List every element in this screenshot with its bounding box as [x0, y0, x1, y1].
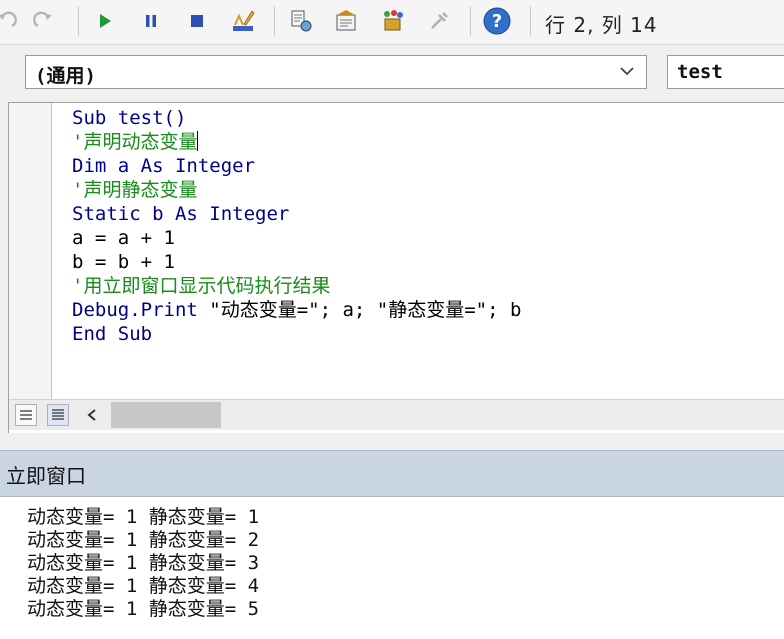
redo-icon[interactable]	[28, 6, 58, 36]
scroll-left-icon[interactable]	[81, 403, 103, 427]
code-text: Dim a As Integer	[72, 155, 256, 177]
chevron-down-icon[interactable]	[616, 60, 638, 87]
code-keyword: Debug.Print	[72, 299, 210, 321]
cursor-position-indicator: 行 2, 列 14	[545, 13, 658, 37]
margin-indicator-bar[interactable]	[9, 103, 52, 399]
project-explorer-icon[interactable]	[286, 6, 316, 36]
code-line[interactable]: End Sub	[72, 322, 521, 346]
code-comment: '声明静态变量	[72, 179, 198, 201]
code-text: b = b + 1	[72, 251, 175, 273]
pause-icon[interactable]	[136, 6, 166, 36]
toolbar-separator	[470, 6, 471, 36]
help-icon[interactable]: ?	[482, 6, 512, 36]
object-combo-value: (通用)	[35, 65, 96, 87]
design-mode-icon[interactable]	[228, 6, 258, 36]
code-line[interactable]: Sub test()	[72, 106, 521, 130]
object-browser-icon[interactable]	[378, 6, 408, 36]
immediate-output-line: 动态变量= 1 静态变量= 1	[27, 506, 260, 528]
code-comment: '声明动态变量	[72, 131, 198, 153]
immediate-output[interactable]: 动态变量= 1 静态变量= 1 动态变量= 1 静态变量= 2 动态变量= 1 静态…	[27, 506, 259, 621]
toolbox-icon[interactable]	[424, 6, 454, 36]
scrollbar-thumb[interactable]	[111, 402, 221, 428]
code-text: Static b As Integer	[72, 203, 290, 225]
undo-icon[interactable]	[0, 6, 22, 36]
code-line[interactable]: '声明动态变量	[72, 130, 521, 154]
object-combo[interactable]: (通用)	[25, 55, 647, 89]
toolbar-separator	[274, 6, 275, 36]
code-line[interactable]: a = a + 1	[72, 226, 521, 250]
text-caret	[197, 131, 199, 151]
code-comment: '用立即窗口显示代码执行结果	[72, 275, 331, 297]
code-line[interactable]: b = b + 1	[72, 250, 521, 274]
code-text: Sub test()	[72, 107, 187, 129]
standard-toolbar: ? 行 2, 列 14	[0, 0, 784, 45]
code-line[interactable]: Dim a As Integer	[72, 154, 521, 178]
code-text: a = a + 1	[72, 227, 175, 249]
code-line[interactable]: Static b As Integer	[72, 202, 521, 226]
full-module-view-icon[interactable]	[47, 404, 69, 426]
toolbar-separator	[78, 6, 79, 36]
horizontal-scrollbar[interactable]	[9, 399, 784, 430]
immediate-window-title: 立即窗口	[6, 464, 86, 488]
procedure-view-icon[interactable]	[15, 404, 37, 426]
toolbar-separator	[530, 6, 531, 36]
reset-icon[interactable]	[182, 6, 212, 36]
code-window-header: (通用) test	[0, 45, 784, 102]
procedure-combo-value: test	[677, 61, 723, 83]
immediate-window[interactable]: 动态变量= 1 静态变量= 1 动态变量= 1 静态变量= 2 动态变量= 1 静态…	[0, 496, 784, 639]
code-editor[interactable]: Sub test() '声明动态变量 Dim a As Integer '声明静态变量…	[8, 102, 784, 433]
run-icon[interactable]	[90, 6, 120, 36]
code-text: "动态变量="; a; "静态变量="; b	[209, 299, 522, 321]
code-line[interactable]: '用立即窗口显示代码执行结果	[72, 274, 521, 298]
immediate-output-line: 动态变量= 1 静态变量= 5	[27, 598, 260, 620]
code-text-area[interactable]: Sub test() '声明动态变量 Dim a As Integer '声明静态变量…	[72, 106, 521, 346]
immediate-window-titlebar: 立即窗口	[0, 450, 784, 497]
svg-text:?: ?	[492, 11, 502, 32]
code-line[interactable]: '声明静态变量	[72, 178, 521, 202]
immediate-output-line: 动态变量= 1 静态变量= 2	[27, 529, 260, 551]
properties-window-icon[interactable]	[332, 6, 362, 36]
immediate-output-line: 动态变量= 1 静态变量= 4	[27, 575, 260, 597]
code-text: End Sub	[72, 323, 153, 345]
procedure-combo[interactable]: test	[667, 55, 784, 89]
code-line[interactable]: Debug.Print "动态变量="; a; "静态变量="; b	[72, 298, 521, 322]
immediate-output-line: 动态变量= 1 静态变量= 3	[27, 552, 260, 574]
